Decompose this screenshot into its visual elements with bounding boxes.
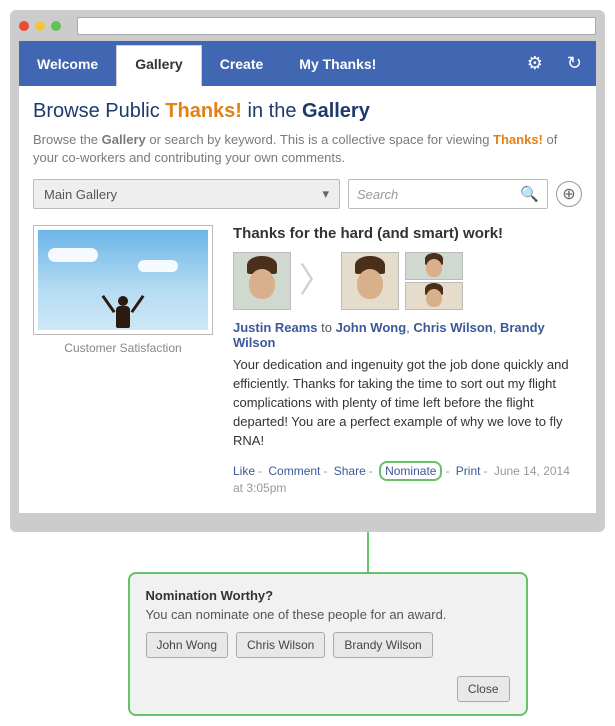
app-frame: Welcome Gallery Create My Thanks! ⚙ ↻ Br… bbox=[19, 41, 596, 513]
print-link[interactable]: Print bbox=[456, 464, 481, 478]
gallery-select[interactable]: Main Gallery ▾ bbox=[33, 179, 340, 209]
address-bar[interactable] bbox=[77, 17, 596, 35]
card-thumbnail[interactable] bbox=[33, 225, 213, 335]
recipient-2[interactable]: Chris Wilson bbox=[413, 320, 492, 335]
search-icon: 🔍 bbox=[520, 185, 539, 203]
search-placeholder: Search bbox=[357, 187, 398, 202]
avatar-sender[interactable] bbox=[233, 252, 291, 310]
nominate-link[interactable]: Nominate bbox=[385, 464, 436, 478]
chevron-right-icon: 〉 bbox=[297, 252, 335, 310]
search-input[interactable]: Search 🔍 bbox=[348, 179, 548, 209]
comment-link[interactable]: Comment bbox=[268, 464, 320, 478]
nominate-option-3[interactable]: Brandy Wilson bbox=[333, 632, 432, 658]
window-minimize-icon[interactable] bbox=[35, 21, 45, 31]
chevron-down-icon: ▾ bbox=[322, 186, 329, 202]
browser-titlebar bbox=[11, 11, 604, 41]
nominate-option-2[interactable]: Chris Wilson bbox=[236, 632, 325, 658]
nav-tab-welcome[interactable]: Welcome bbox=[19, 41, 116, 86]
window-close-icon[interactable] bbox=[19, 21, 29, 31]
title-prefix: Browse Public bbox=[33, 100, 165, 122]
page-content: Browse Public Thanks! in the Gallery Bro… bbox=[19, 86, 596, 513]
settings-gear-icon[interactable]: ⚙ bbox=[527, 53, 543, 74]
title-bold: Gallery bbox=[302, 100, 370, 122]
refresh-icon[interactable]: ↻ bbox=[567, 53, 582, 74]
window-zoom-icon[interactable] bbox=[51, 21, 61, 31]
gallery-select-value: Main Gallery bbox=[44, 187, 117, 202]
like-link[interactable]: Like bbox=[233, 464, 255, 478]
callout-connector bbox=[367, 532, 369, 572]
nav-tab-mythanks[interactable]: My Thanks! bbox=[281, 41, 394, 86]
avatar-recipient-primary[interactable] bbox=[341, 252, 399, 310]
add-button[interactable]: ⊕ bbox=[556, 181, 582, 207]
page-subtext: Browse the Gallery or search by keyword.… bbox=[33, 131, 582, 167]
filter-row: Main Gallery ▾ Search 🔍 ⊕ bbox=[33, 179, 582, 209]
names-line: Justin Reams to John Wong, Chris Wilson,… bbox=[233, 320, 582, 350]
main-nav: Welcome Gallery Create My Thanks! ⚙ ↻ bbox=[19, 41, 596, 86]
thumbnail-label: Customer Satisfaction bbox=[33, 341, 213, 355]
popover-title: Nomination Worthy? bbox=[146, 588, 510, 603]
sender-name[interactable]: Justin Reams bbox=[233, 320, 318, 335]
post-title: Thanks for the hard (and smart) work! bbox=[233, 225, 582, 242]
post-body: Your dedication and ingenuity got the jo… bbox=[233, 356, 582, 450]
post-actions: Like- Comment- Share- Nominate - Print- … bbox=[233, 461, 582, 495]
nav-tab-create[interactable]: Create bbox=[202, 41, 282, 86]
nominate-highlight: Nominate bbox=[379, 461, 442, 481]
popover-desc: You can nominate one of these people for… bbox=[146, 607, 510, 622]
title-suffix: in the bbox=[242, 100, 302, 122]
recipient-1[interactable]: John Wong bbox=[336, 320, 407, 335]
nominate-option-1[interactable]: John Wong bbox=[146, 632, 229, 658]
nominate-popover: Nomination Worthy? You can nominate one … bbox=[128, 572, 528, 716]
avatar-recipient-2[interactable] bbox=[405, 252, 463, 280]
to-word: to bbox=[321, 320, 332, 335]
share-link[interactable]: Share bbox=[334, 464, 366, 478]
avatar-recipient-3[interactable] bbox=[405, 282, 463, 310]
plus-icon: ⊕ bbox=[562, 184, 575, 204]
thanks-card: Customer Satisfaction Thanks for the har… bbox=[33, 225, 582, 494]
nav-tab-gallery[interactable]: Gallery bbox=[116, 45, 201, 86]
title-highlight: Thanks! bbox=[165, 100, 242, 122]
browser-window: Welcome Gallery Create My Thanks! ⚙ ↻ Br… bbox=[10, 10, 605, 532]
people-row: 〉 bbox=[233, 252, 582, 310]
popover-close-button[interactable]: Close bbox=[457, 676, 510, 702]
page-title: Browse Public Thanks! in the Gallery bbox=[33, 100, 582, 123]
